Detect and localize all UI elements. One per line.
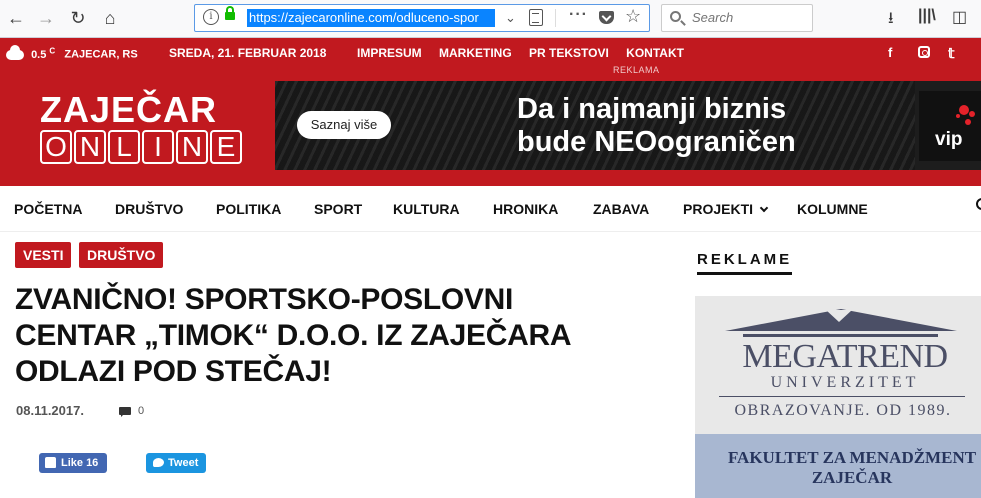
tweet-label: Tweet bbox=[168, 457, 199, 469]
fakultet-ad-text: FAKULTET ZA MENADŽMENT ZAJEČAR bbox=[707, 448, 981, 488]
top-link-impresum[interactable]: IMPRESUM bbox=[357, 46, 422, 60]
megatrend-logo-bar bbox=[743, 334, 938, 337]
nav-item-projekti[interactable]: PROJEKTI bbox=[683, 201, 769, 217]
twitter-icon[interactable]: 𝕥 bbox=[948, 45, 955, 62]
lock-icon bbox=[225, 6, 235, 20]
nav-item-pocetna[interactable]: POČETNA bbox=[14, 201, 82, 217]
downloads-icon[interactable]: ⭳ bbox=[888, 7, 894, 34]
home-icon[interactable]: ⌂ bbox=[98, 6, 122, 30]
logo-letter: N bbox=[74, 130, 106, 164]
bookmark-star-icon[interactable]: ☆ bbox=[625, 6, 641, 27]
chevron-down-icon[interactable]: ⌄ bbox=[505, 10, 516, 26]
megatrend-ad[interactable]: MEGATREND UNIVERZITET OBRAZOVANJE. OD 19… bbox=[695, 296, 981, 434]
sidebar-toggle-icon[interactable]: ◫ bbox=[952, 7, 967, 27]
location: ZAJECAR, RS bbox=[64, 48, 138, 61]
weather-widget: 0.5 C ZAJECAR, RS bbox=[6, 44, 138, 61]
reader-view-icon[interactable] bbox=[529, 9, 543, 26]
top-link-kontakt[interactable]: KONTAKT bbox=[626, 46, 684, 60]
url-text[interactable]: https://zajecaronline.com/odluceno-spor bbox=[247, 9, 495, 27]
megatrend-name: MEGATREND bbox=[742, 338, 948, 375]
tweet-button[interactable]: Tweet bbox=[146, 453, 206, 473]
instagram-icon[interactable] bbox=[918, 46, 930, 61]
fakultet-ad-line: ZAJEČAR bbox=[811, 468, 893, 487]
cloud-icon bbox=[6, 44, 24, 60]
article-title: ZVANIČNO! SPORTSKO-POSLOVNI CENTAR „TIMO… bbox=[15, 282, 605, 390]
browser-toolbar: ← → ↻ ⌂ i https://zajecaronline.com/odlu… bbox=[0, 0, 981, 38]
facebook-like-button[interactable]: Like 16 bbox=[39, 453, 107, 473]
search-icon bbox=[670, 11, 681, 22]
top-link-marketing[interactable]: MARKETING bbox=[439, 46, 512, 60]
logo-letter: E bbox=[210, 130, 242, 164]
sidebar-title: REKLAME bbox=[697, 251, 793, 275]
current-date: SREDA, 21. FEBRUAR 2018 bbox=[169, 46, 327, 60]
banner-headline: Da i najmanji biznis bude NEOograničen bbox=[517, 93, 796, 159]
facebook-icon[interactable]: f bbox=[888, 45, 892, 60]
temperature: 0.5 bbox=[31, 48, 47, 61]
search-box[interactable] bbox=[661, 4, 813, 32]
ad-label: REKLAMA bbox=[613, 65, 660, 75]
comment-icon[interactable] bbox=[119, 407, 131, 417]
logo-letter: I bbox=[142, 130, 174, 164]
nav-item-sport[interactable]: SPORT bbox=[314, 201, 362, 217]
category-tag-vesti[interactable]: VESTI bbox=[15, 242, 72, 268]
nav-item-zabava[interactable]: ZABAVA bbox=[593, 201, 649, 217]
article-title-line: ZVANIČNO! SPORTSKO-POSLOVNI bbox=[15, 283, 514, 316]
back-arrow-icon[interactable]: ← bbox=[4, 6, 28, 30]
divider bbox=[555, 9, 556, 27]
comment-count[interactable]: 0 bbox=[138, 405, 144, 417]
logo-title: ZAJEČAR bbox=[40, 89, 218, 130]
article-title-line: ODLAZI POD STEČAJ! bbox=[15, 355, 332, 388]
search-input[interactable] bbox=[692, 10, 807, 25]
logo-letter: L bbox=[108, 130, 140, 164]
megatrend-subtitle: UNIVERZITET bbox=[770, 374, 920, 391]
nav-item-politika[interactable]: POLITIKA bbox=[216, 201, 281, 217]
banner-cta-button[interactable]: Saznaj više bbox=[297, 111, 391, 139]
main-navigation: POČETNA DRUŠTVO POLITIKA SPORT KULTURA H… bbox=[0, 186, 981, 232]
search-icon[interactable] bbox=[976, 198, 981, 210]
reload-icon[interactable]: ↻ bbox=[66, 6, 90, 30]
banner-headline-line: bude NEOograničen bbox=[517, 126, 796, 158]
site-logo[interactable]: ZAJEČAR O N L I N E bbox=[40, 92, 242, 164]
nav-item-hronika[interactable]: HRONIKA bbox=[493, 201, 558, 217]
temperature-unit: C bbox=[49, 46, 56, 55]
address-bar[interactable]: i https://zajecaronline.com/odluceno-spo… bbox=[194, 4, 650, 32]
nav-item-projekti-label: PROJEKTI bbox=[683, 201, 754, 217]
logo-letter: O bbox=[40, 130, 72, 164]
ad-banner[interactable]: Saznaj više Da i najmanji biznis bude NE… bbox=[275, 81, 981, 170]
twitter-bird-icon bbox=[153, 458, 164, 467]
like-label: Like 16 bbox=[61, 457, 99, 469]
chevron-down-icon bbox=[759, 203, 769, 213]
vip-dots-icon bbox=[959, 105, 969, 115]
vip-brand-text: vip bbox=[935, 129, 963, 150]
library-icon[interactable]: |||\ bbox=[918, 7, 936, 25]
nav-item-kultura[interactable]: KULTURA bbox=[393, 201, 460, 217]
category-tag-drustvo[interactable]: DRUŠTVO bbox=[79, 242, 164, 268]
logo-subtitle: O N L I N E bbox=[40, 130, 242, 164]
logo-letter: N bbox=[176, 130, 208, 164]
nav-item-drustvo[interactable]: DRUŠTVO bbox=[115, 201, 183, 217]
fakultet-ad[interactable]: FAKULTET ZA MENADŽMENT ZAJEČAR bbox=[695, 434, 981, 498]
fakultet-ad-line: FAKULTET ZA MENADŽMENT bbox=[727, 448, 977, 467]
nav-item-kolumne[interactable]: KOLUMNE bbox=[797, 201, 868, 217]
megatrend-divider bbox=[719, 396, 965, 397]
thumbs-up-icon bbox=[45, 457, 56, 468]
top-links: IMPRESUM MARKETING PR TEKSTOVI KONTAKT bbox=[357, 46, 698, 60]
forward-arrow-icon[interactable]: → bbox=[34, 6, 58, 30]
article-title-line: CENTAR „TIMOK“ D.O.O. IZ ZAJEČARA bbox=[15, 319, 572, 352]
pocket-icon[interactable] bbox=[599, 11, 614, 24]
megatrend-tagline: OBRAZOVANJE. OD 1989. bbox=[734, 402, 952, 419]
more-actions-icon[interactable]: ··· bbox=[569, 6, 588, 24]
site-info-icon[interactable]: i bbox=[203, 9, 219, 25]
vip-logo: vip bbox=[919, 91, 981, 161]
banner-headline-line: Da i najmanji biznis bbox=[517, 93, 787, 125]
megatrend-roof-notch bbox=[826, 310, 852, 322]
article-date: 08.11.2017. bbox=[16, 403, 84, 418]
top-link-pr-tekstovi[interactable]: PR TEKSTOVI bbox=[529, 46, 609, 60]
